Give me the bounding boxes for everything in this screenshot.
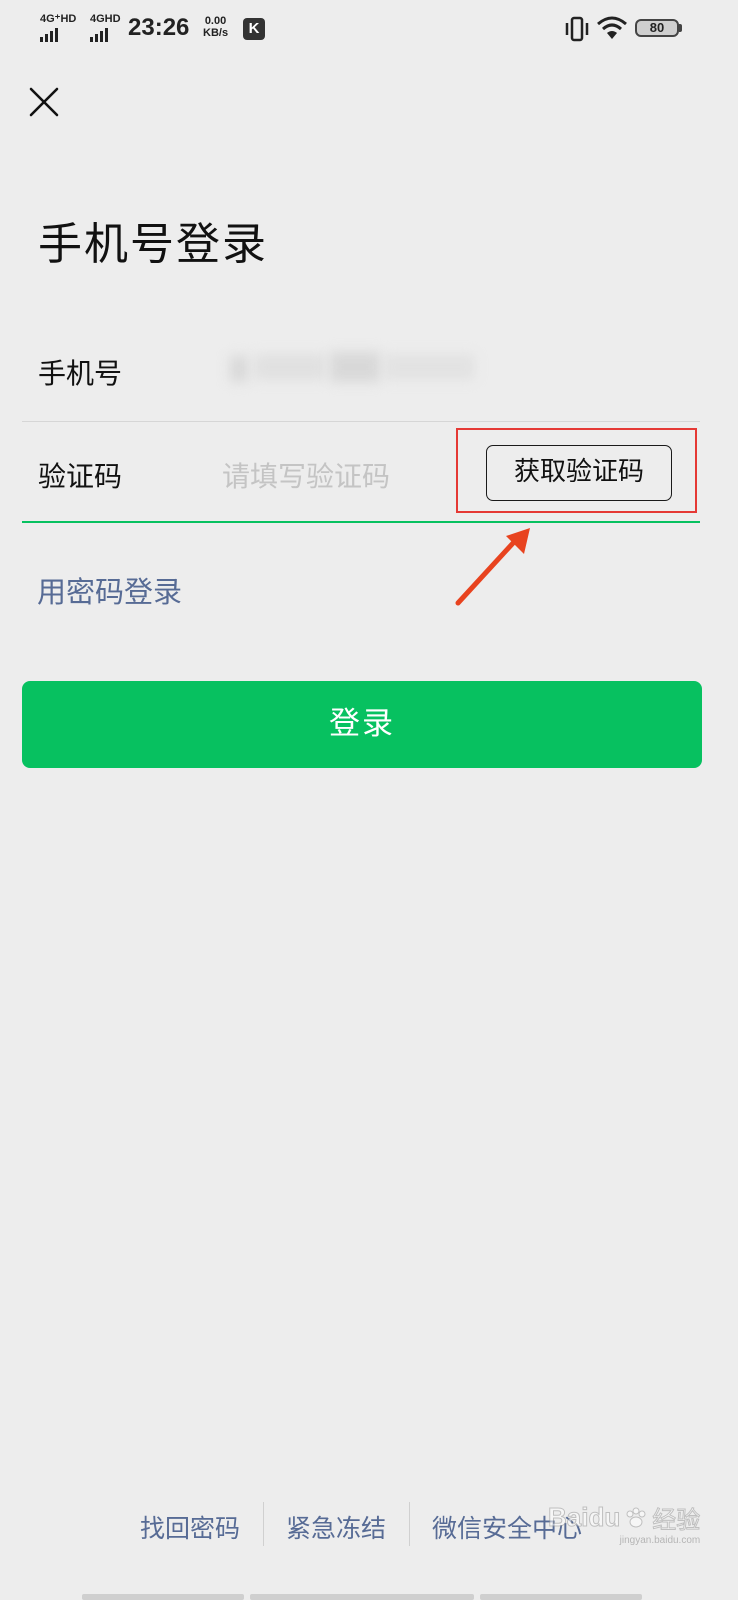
bottom-strip xyxy=(82,1594,244,1600)
watermark-url: jingyan.baidu.com xyxy=(619,1535,701,1546)
redacted-digit xyxy=(230,356,248,382)
footer-link-emergency-freeze[interactable]: 紧急冻结 xyxy=(286,1509,386,1545)
footer-separator xyxy=(263,1502,264,1546)
login-button[interactable]: 登录 xyxy=(22,681,702,768)
redacted-digit xyxy=(255,354,325,380)
battery-indicator: 80 xyxy=(635,19,682,37)
signal-4g-2: 4GHD xyxy=(90,14,121,42)
phone-number-input[interactable] xyxy=(225,348,485,386)
watermark-suffix: 经验 xyxy=(652,1506,701,1535)
signal-bars-icon xyxy=(40,26,76,42)
vibrate-icon xyxy=(565,16,589,42)
speed-unit: KB/s xyxy=(203,27,229,39)
baidu-watermark: Baidu 经验 jingyan.baidu.com xyxy=(547,1500,701,1547)
close-button[interactable] xyxy=(26,84,62,120)
network-speed: 0.00 KB/s xyxy=(203,15,228,39)
footer-separator xyxy=(409,1502,410,1546)
battery-tip xyxy=(679,24,682,32)
wifi-icon xyxy=(597,16,627,39)
paw-icon xyxy=(626,1507,646,1527)
footer-link-recover-password[interactable]: 找回密码 xyxy=(140,1509,240,1545)
clock: 23:26 xyxy=(128,14,190,41)
bottom-strip xyxy=(480,1594,642,1600)
app-notification-icon: K xyxy=(243,18,265,40)
phone-divider xyxy=(22,421,700,422)
redacted-digit xyxy=(385,354,475,380)
redacted-digit xyxy=(330,352,380,382)
watermark-brand: Baidu xyxy=(547,1502,621,1533)
signal-4g-1: 4G⁺HD xyxy=(40,14,76,42)
get-code-button[interactable]: 获取验证码 xyxy=(486,445,672,501)
battery-icon: 80 xyxy=(635,19,679,37)
speed-value: 0.00 xyxy=(204,15,227,27)
code-label: 验证码 xyxy=(38,460,123,493)
page-title: 手机号登录 xyxy=(38,219,268,270)
close-icon xyxy=(29,87,59,117)
signal-bars-icon xyxy=(90,26,121,42)
code-divider-active xyxy=(22,521,700,523)
bottom-strip xyxy=(250,1594,474,1600)
password-login-link[interactable]: 用密码登录 xyxy=(37,569,182,611)
status-bar: 4G⁺HD 4GHD 23:26 0.00 KB/s K 80 xyxy=(0,0,738,60)
code-input[interactable]: 请填写验证码 xyxy=(222,455,390,495)
network-type-2: 4GHD xyxy=(90,13,121,25)
annotation-arrow-icon xyxy=(455,528,530,606)
network-type-1: 4G⁺HD xyxy=(40,13,77,25)
phone-label: 手机号 xyxy=(38,357,123,390)
